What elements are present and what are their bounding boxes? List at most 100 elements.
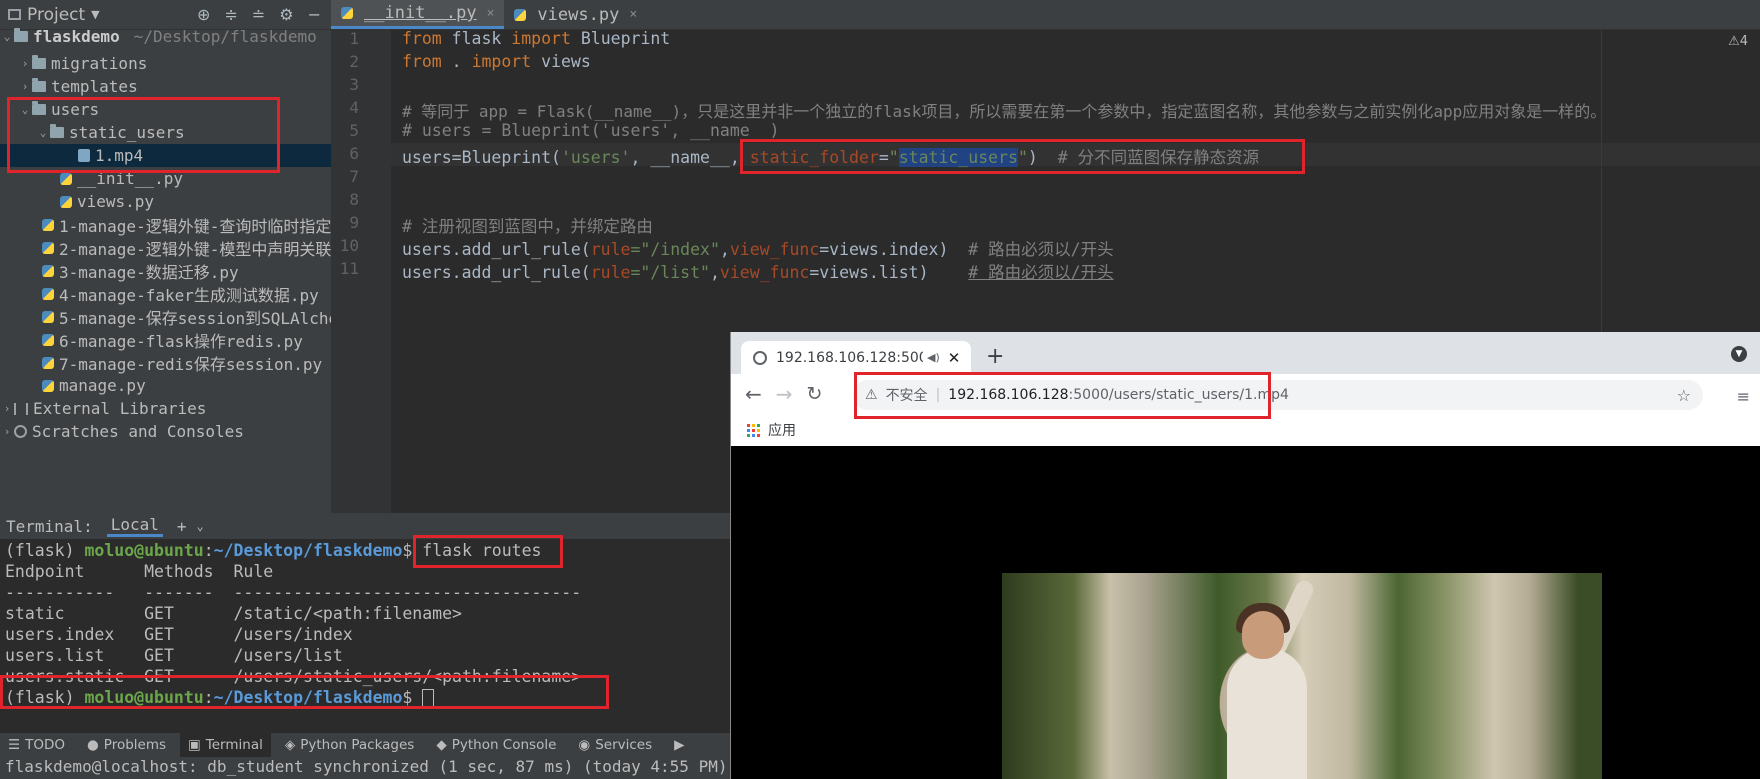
terminal-row: users.index GET /users/index — [5, 625, 353, 644]
tree-label: 6-manage-flask操作redis.py — [59, 331, 303, 351]
warning-indicator[interactable]: ⚠4 — [1728, 34, 1748, 49]
project-view-selector[interactable]: Project ▼ — [8, 5, 100, 25]
tree-path: ~/Desktop/flaskdemo — [133, 27, 317, 46]
python-file-icon — [341, 7, 353, 19]
tab-init-py[interactable]: __init__.py × — [331, 0, 505, 29]
terminal-row: static GET /static/<path:filename> — [5, 604, 462, 623]
tree-file-manage-1[interactable]: 1-manage-逻辑外键-查询时临时指定 — [0, 213, 331, 236]
tree-file-manage-6[interactable]: 6-manage-flask操作redis.py — [0, 328, 331, 351]
python-file-icon — [42, 218, 54, 231]
chevron-right-icon[interactable]: › — [18, 80, 32, 93]
tree-folder-migrations[interactable]: › migrations — [0, 52, 331, 75]
tool-terminal[interactable]: ▣ Terminal — [180, 733, 271, 757]
tool-python-console[interactable]: ◆ Python Console — [428, 733, 564, 757]
tool-label: Python Console — [451, 737, 557, 753]
line-number: 4 — [349, 98, 359, 117]
new-tab-button[interactable]: + — [986, 344, 1004, 369]
tree-file-manage-2[interactable]: 2-manage-逻辑外键-模型中声明关联 — [0, 236, 331, 259]
tool-label: Python Packages — [300, 737, 415, 753]
line-number: 1 — [349, 29, 359, 48]
browser-tab[interactable]: 192.168.106.128:5000/users/static_users/… — [741, 341, 971, 374]
code-line-10: users.add_url_rule(rule="/index",view_fu… — [402, 240, 1114, 259]
terminal-icon: ▣ — [188, 737, 201, 753]
annotation-box-users-static-route — [0, 675, 609, 709]
code-line-4: # 等同于 app = Flask(__name__)，只是这里并非一个独立的f… — [402, 102, 1607, 121]
tool-services[interactable]: ◉ Services — [570, 733, 660, 757]
python-console-icon: ◆ — [436, 737, 447, 753]
video-figure — [1227, 648, 1307, 779]
forward-icon[interactable]: → — [776, 382, 793, 406]
tree-file-manage-4[interactable]: 4-manage-faker生成测试数据.py — [0, 282, 331, 305]
tool-python-packages[interactable]: ◈ Python Packages — [277, 733, 422, 757]
close-icon[interactable]: ✕ — [948, 349, 961, 367]
python-file-icon — [42, 379, 54, 392]
apps-icon[interactable] — [747, 423, 760, 437]
tree-file-views[interactable]: views.py — [0, 190, 331, 213]
chevron-right-icon[interactable]: › — [18, 57, 32, 70]
run-icon[interactable]: ▶ — [666, 733, 692, 757]
tree-root-flaskdemo[interactable]: ⌄ flaskdemo ~/Desktop/flaskdemo — [0, 25, 331, 48]
terminal-tab-local[interactable]: Local — [106, 515, 163, 537]
tree-file-manage-7[interactable]: 7-manage-redis保存session.py — [0, 351, 331, 374]
hide-icon[interactable]: − — [308, 5, 321, 24]
speaker-icon[interactable]: ◀) — [927, 351, 940, 364]
tree-scratches[interactable]: › Scratches and Consoles — [0, 420, 331, 443]
problems-icon: ● — [87, 737, 99, 753]
video-player[interactable] — [731, 446, 1760, 779]
code-line-11: users.add_url_rule(rule="/list",view_fun… — [402, 263, 1114, 282]
line-number: 8 — [349, 190, 359, 209]
python-file-icon — [60, 195, 72, 208]
tree-folder-templates[interactable]: › templates — [0, 75, 331, 98]
tool-problems[interactable]: ● Problems — [79, 733, 174, 757]
expand-all-icon[interactable]: ≑ — [224, 5, 237, 24]
tree-file-manage[interactable]: manage.py — [0, 374, 331, 397]
tab-search-icon[interactable]: ▼ — [1731, 346, 1747, 362]
tab-label: __init__.py — [364, 3, 477, 23]
python-file-icon — [42, 333, 54, 346]
locate-icon[interactable]: ⊕ — [197, 5, 210, 24]
tree-label: 1-manage-逻辑外键-查询时临时指定 — [59, 216, 331, 236]
services-icon: ◉ — [578, 737, 591, 753]
tree-label: views.py — [77, 192, 155, 211]
packages-icon: ◈ — [284, 737, 296, 753]
bookmark-apps[interactable]: 应用 — [768, 420, 796, 440]
tree-label: 2-manage-逻辑外键-模型中声明关联 — [59, 239, 331, 259]
star-icon[interactable]: ☆ — [1677, 386, 1691, 405]
python-file-icon — [514, 8, 527, 21]
python-file-icon — [42, 356, 54, 369]
library-icon — [14, 402, 28, 415]
line-number: 5 — [349, 121, 359, 140]
code-line-5: # users = Blueprint('users', __name__) — [402, 121, 780, 140]
collapse-all-icon[interactable]: ≐ — [252, 5, 265, 24]
reading-list-icon[interactable]: ≡ — [1737, 387, 1750, 406]
tab-views-py[interactable]: views.py × — [504, 0, 647, 29]
chevron-down-icon[interactable]: ⌄ — [197, 519, 204, 533]
folder-icon — [32, 78, 46, 92]
python-file-icon — [42, 241, 54, 254]
annotation-box-static-folder — [740, 139, 1305, 174]
chevron-right-icon[interactable]: › — [0, 402, 14, 415]
editor-tabs: __init__.py × views.py × — [331, 0, 1760, 30]
back-icon[interactable]: ← — [745, 382, 762, 406]
chevron-down-icon[interactable]: ⌄ — [0, 30, 14, 43]
python-file-icon — [42, 287, 54, 300]
tree-file-manage-3[interactable]: 3-manage-数据迁移.py — [0, 259, 331, 282]
terminal-header: Terminal: Local + ⌄ — [0, 513, 730, 539]
gear-icon[interactable]: ⚙ — [279, 5, 293, 24]
code-line-9: # 注册视图到蓝图中，并绑定路由 — [402, 217, 653, 236]
tree-label: 5-manage-保存session到SQLAlchemy — [59, 308, 331, 328]
reload-icon[interactable]: ↻ — [807, 383, 823, 405]
tool-todo[interactable]: ☰ TODO — [0, 733, 73, 757]
terminal-row: users.list GET /users/list — [5, 646, 343, 665]
annotation-box-flask-routes — [413, 535, 563, 568]
chevron-right-icon[interactable]: › — [0, 425, 14, 438]
close-icon[interactable]: × — [487, 6, 495, 21]
tree-file-manage-5[interactable]: 5-manage-保存session到SQLAlchemy — [0, 305, 331, 328]
tree-external-libraries[interactable]: › External Libraries — [0, 397, 331, 420]
terminal-label: Terminal: — [6, 516, 93, 536]
plus-icon[interactable]: + — [177, 517, 187, 536]
tab-label: views.py — [537, 4, 620, 25]
video-frame[interactable] — [1002, 573, 1602, 779]
close-icon[interactable]: × — [629, 7, 637, 22]
tool-label: Problems — [103, 737, 167, 753]
